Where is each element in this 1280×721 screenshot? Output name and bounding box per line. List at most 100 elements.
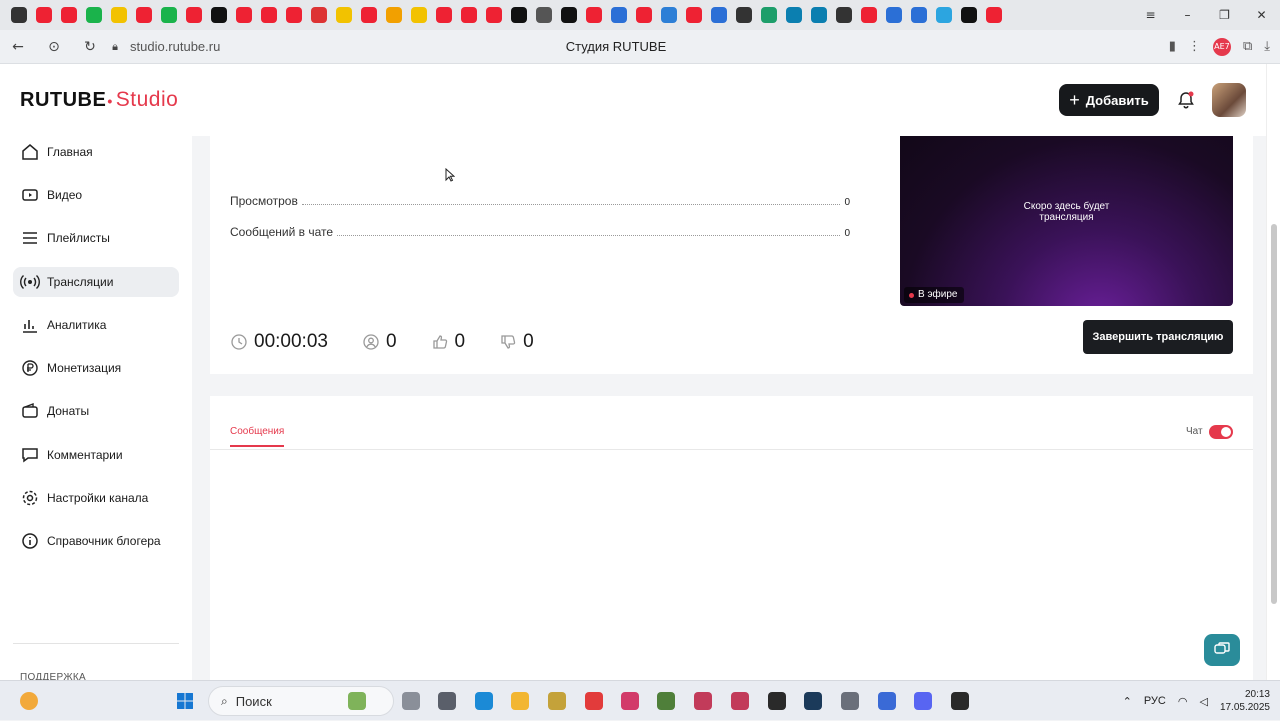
volume-icon[interactable]: ◁: [1199, 695, 1207, 708]
yandex-browser-icon[interactable]: [585, 692, 603, 710]
browser-tab-favicon[interactable]: [210, 7, 227, 23]
taskbar-search[interactable]: ⌕ Поиск: [208, 686, 394, 716]
browser-tab-favicon[interactable]: [535, 7, 552, 23]
browser-tab-favicon[interactable]: [135, 7, 152, 23]
browser-tab-favicon[interactable]: [460, 7, 477, 23]
tab-messages[interactable]: Сообщения: [230, 426, 285, 447]
browser-tab-favicon[interactable]: [885, 7, 902, 23]
download-icon[interactable]: ⤓: [1264, 39, 1270, 54]
minimize-icon[interactable]: –: [1169, 8, 1206, 22]
browser-tab-favicon[interactable]: [910, 7, 927, 23]
profile-badge[interactable]: AE7: [1212, 37, 1231, 56]
sidebar-item-ruble[interactable]: Монетизация: [13, 353, 179, 383]
store-icon[interactable]: [878, 692, 896, 710]
browser-tab-favicon[interactable]: [360, 7, 377, 23]
browser-tab-favicon[interactable]: [85, 7, 102, 23]
browser-tab-favicon[interactable]: [260, 7, 277, 23]
end-stream-button[interactable]: Завершить трансляцию: [1083, 320, 1233, 354]
browser-tab-favicon[interactable]: [385, 7, 402, 23]
url-field[interactable]: studio.rutube.ru: [130, 39, 220, 54]
settings-icon[interactable]: [841, 692, 859, 710]
browser-tab-favicon[interactable]: [735, 7, 752, 23]
browser-tab-favicon[interactable]: [985, 7, 1002, 23]
browser-tab-favicon[interactable]: [410, 7, 427, 23]
sidebar-item-info[interactable]: Справочник блогера: [13, 526, 179, 556]
chatgpt-icon[interactable]: [951, 692, 969, 710]
browser-tab-favicon[interactable]: [560, 7, 577, 23]
start-icon[interactable]: [176, 692, 194, 710]
sidebar-item-playlist[interactable]: Плейлисты: [13, 223, 179, 253]
browser-tab-favicon[interactable]: [235, 7, 252, 23]
sidebar-item-home[interactable]: Главная: [13, 137, 179, 167]
page-scrollbar[interactable]: [1266, 64, 1280, 680]
browser-tab-favicon[interactable]: [310, 7, 327, 23]
sidebar-item-broadcast[interactable]: Трансляции: [13, 267, 179, 297]
discord-icon[interactable]: [914, 692, 932, 710]
game-icon[interactable]: [768, 692, 786, 710]
weather-icon[interactable]: [20, 692, 38, 710]
browser-tab-favicon[interactable]: [710, 7, 727, 23]
browser-tab-favicon[interactable]: [485, 7, 502, 23]
browser-tab-favicon[interactable]: [860, 7, 877, 23]
browser-tab-favicon[interactable]: [610, 7, 627, 23]
bell-icon[interactable]: [1176, 90, 1196, 110]
scrollbar-thumb[interactable]: [1271, 224, 1277, 604]
back-icon[interactable]: ←: [0, 39, 36, 55]
more-icon[interactable]: ⋮: [1188, 39, 1201, 54]
collections-icon[interactable]: ⧉: [1243, 39, 1252, 54]
browser-tab-favicon[interactable]: [660, 7, 677, 23]
support-chat-button[interactable]: [1204, 634, 1240, 666]
browser-tab-favicon[interactable]: [685, 7, 702, 23]
browser-tab-favicon[interactable]: [785, 7, 802, 23]
folder-icon[interactable]: [511, 692, 529, 710]
browser-tab-favicon[interactable]: [585, 7, 602, 23]
app-icon[interactable]: [621, 692, 639, 710]
browser-tab-favicon[interactable]: [810, 7, 827, 23]
reload-icon[interactable]: ↻: [72, 39, 108, 55]
maximize-icon[interactable]: ❐: [1206, 8, 1243, 22]
minecraft-icon[interactable]: [657, 692, 675, 710]
stream-preview[interactable]: Скоро здесь будет трансляция В эфире: [900, 136, 1233, 306]
sidebar-item-comment[interactable]: Комментарии: [13, 440, 179, 470]
close-icon[interactable]: ✕: [1243, 8, 1280, 22]
browser-tab-favicon[interactable]: [185, 7, 202, 23]
app-icon[interactable]: [694, 692, 712, 710]
browser-tab-favicon[interactable]: [935, 7, 952, 23]
sidebar-item-wallet[interactable]: Донаты: [13, 396, 179, 426]
browser-tab-favicon[interactable]: [285, 7, 302, 23]
landscape-widget-icon[interactable]: [348, 692, 366, 710]
browser-tab-favicon[interactable]: [35, 7, 52, 23]
chat-toggle[interactable]: [1209, 425, 1233, 439]
add-button[interactable]: + Добавить: [1059, 84, 1159, 116]
browser-tab-favicon[interactable]: [760, 7, 777, 23]
steam-icon[interactable]: [804, 692, 822, 710]
bookmark-icon[interactable]: ▮: [1169, 39, 1176, 54]
rutube-studio-logo[interactable]: RUTUBE • Studio: [20, 88, 178, 112]
game-launcher-icon[interactable]: [438, 692, 456, 710]
browser-tab-favicon[interactable]: [60, 7, 77, 23]
browser-tab-favicon[interactable]: [835, 7, 852, 23]
browser-tab-favicon[interactable]: [160, 7, 177, 23]
tray-chevron-icon[interactable]: ⌃: [1123, 695, 1132, 708]
sidebar-item-video[interactable]: Видео: [13, 180, 179, 210]
language-indicator[interactable]: РУС: [1144, 695, 1166, 707]
browser-tab-favicon[interactable]: [960, 7, 977, 23]
app-icon[interactable]: [731, 692, 749, 710]
browser-tab-favicon[interactable]: [110, 7, 127, 23]
browser-tab-favicon[interactable]: [635, 7, 652, 23]
browser-tab-favicon[interactable]: [335, 7, 352, 23]
clock[interactable]: 20:13 17.05.2025: [1220, 688, 1270, 714]
sidebar-item-gear[interactable]: Настройки канала: [13, 483, 179, 513]
reader-icon[interactable]: ⊙: [36, 39, 72, 55]
sidebar-item-analytics[interactable]: Аналитика: [13, 310, 179, 340]
wifi-icon[interactable]: ◠: [1178, 695, 1188, 708]
avatar[interactable]: [1212, 83, 1246, 117]
game-icon[interactable]: [548, 692, 566, 710]
browser-menu-icon[interactable]: ≡: [1132, 8, 1169, 22]
browser-tab-favicon[interactable]: [435, 7, 452, 23]
browser-tab-favicon[interactable]: [510, 7, 527, 23]
edge-icon[interactable]: [475, 692, 493, 710]
plus-icon: +: [1069, 90, 1080, 110]
file-explorer-task-icon[interactable]: [402, 692, 420, 710]
tab-group-icon[interactable]: [10, 7, 27, 23]
